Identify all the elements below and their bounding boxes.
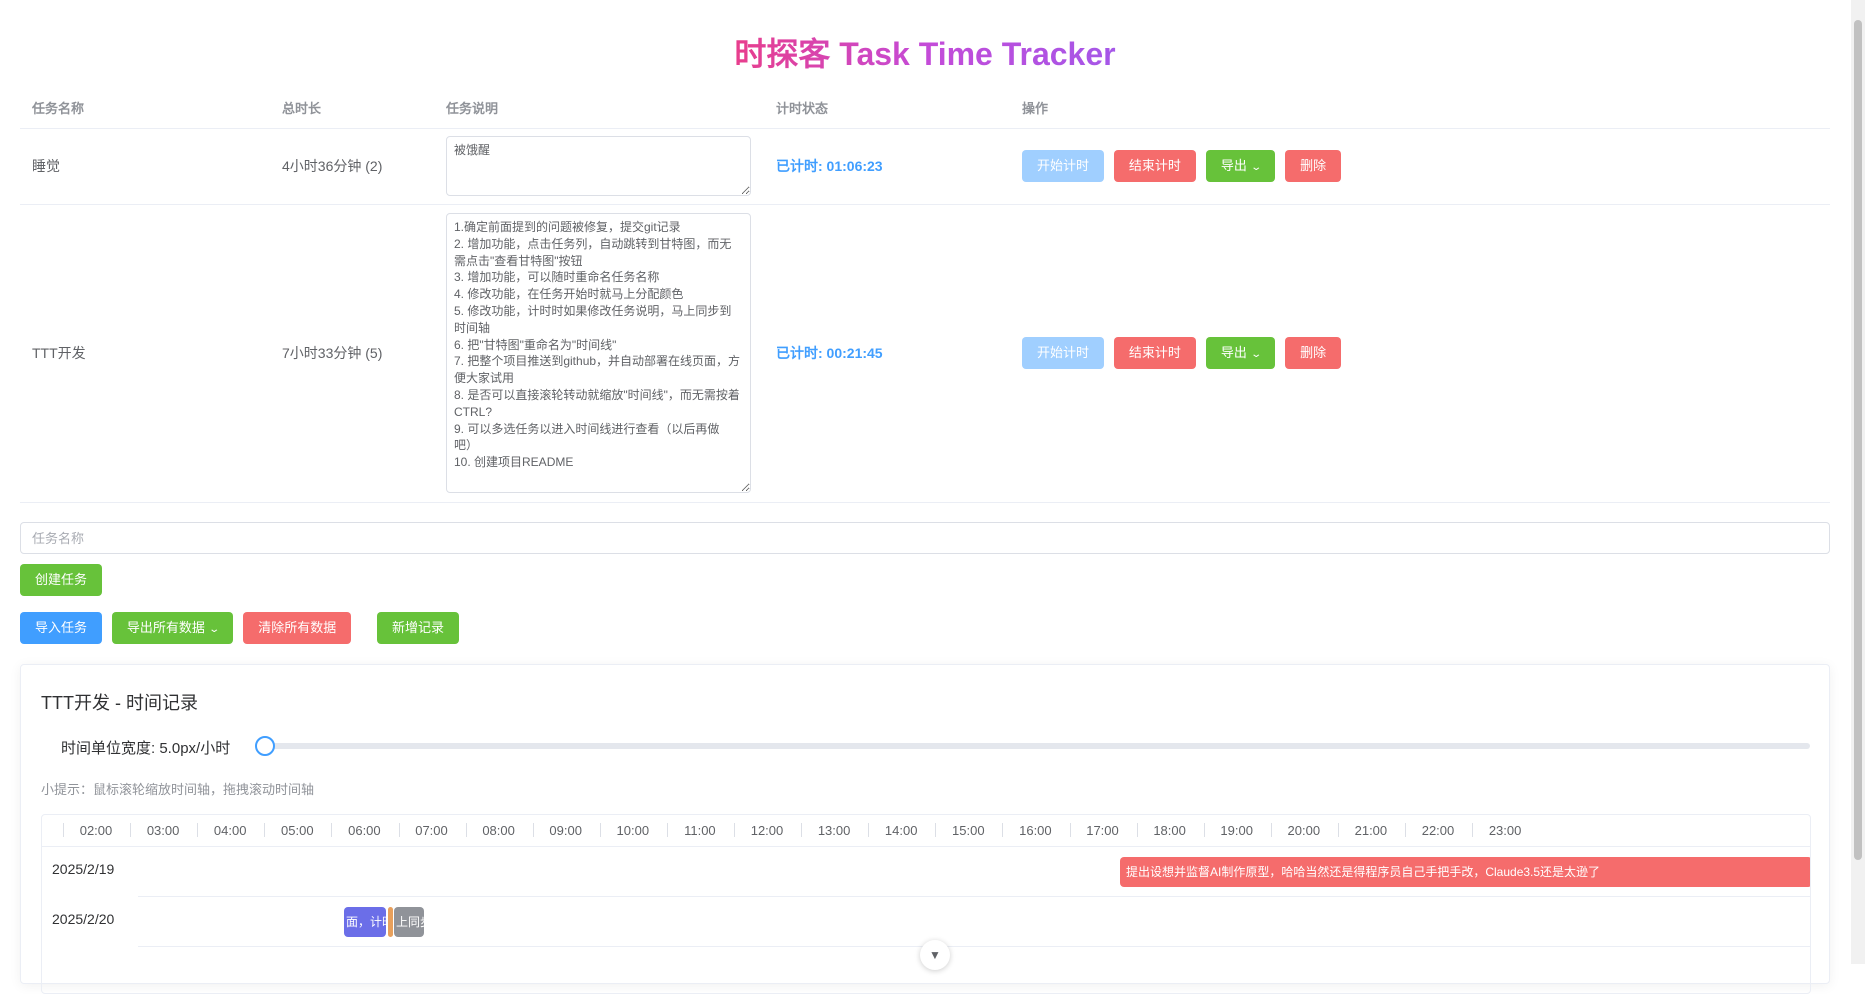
- scroll-down-icon[interactable]: ▼: [920, 940, 950, 970]
- timeline-hour-tick: [1405, 823, 1406, 837]
- timeline-hour-tick: [1069, 823, 1071, 837]
- create-task-button[interactable]: 创建任务: [20, 564, 103, 596]
- header-actions: 操作: [1010, 88, 1830, 129]
- app-page: 时探客 Task Time Tracker 任务名称 总时长 任务说明 计时状态…: [20, 0, 1830, 994]
- timeline-hour-tick: [197, 823, 199, 837]
- time-unit-width-label: 时间单位宽度: 5.0px/小时: [61, 740, 231, 757]
- timeline-hour-tick: [599, 823, 601, 837]
- app-title: 时探客 Task Time Tracker: [734, 36, 1116, 72]
- delete-task-button[interactable]: 删除: [1285, 337, 1342, 369]
- timeline-hour-tick: [1270, 823, 1272, 837]
- timeline-row: 2025/2/20 面，计时 上同步: [42, 897, 1810, 947]
- time-unit-slider-track[interactable]: [263, 743, 1810, 749]
- timeline-card: TTT开发 - 时间记录 时间单位宽度: 5.0px/小时 小提示：鼠标滚轮缩放…: [20, 664, 1830, 994]
- timeline-hour-label: 23:00: [1488, 823, 1522, 838]
- timeline-hint: 小提示：鼠标滚轮缩放时间轴，拖拽滚动时间轴: [41, 782, 315, 797]
- export-label: 导出: [1220, 345, 1247, 360]
- header-timer-status: 计时状态: [764, 88, 1010, 129]
- export-task-button[interactable]: 导出 ⌄: [1205, 150, 1276, 182]
- timer-text: 已计时: 01:06:23: [776, 158, 883, 174]
- add-record-button[interactable]: 新增记录: [377, 612, 460, 644]
- table-header-row: 任务名称 总时长 任务说明 计时状态 操作: [20, 88, 1830, 129]
- stop-timer-button[interactable]: 结束计时: [1113, 337, 1196, 369]
- timeline-hour-tick: [264, 823, 266, 837]
- export-task-button[interactable]: 导出 ⌄: [1205, 337, 1276, 369]
- task-actions: 开始计时 结束计时 导出 ⌄ 删除: [1010, 128, 1830, 205]
- timeline-hour-tick: [666, 823, 668, 837]
- chevron-down-icon: ⌄: [1250, 349, 1262, 360]
- task-actions: 开始计时 结束计时 导出 ⌄ 删除: [1010, 204, 1830, 503]
- task-total-duration: 4小时36分钟 (2): [270, 128, 434, 205]
- timeline-segment[interactable]: [388, 907, 393, 937]
- start-timer-button[interactable]: 开始计时: [1022, 150, 1105, 182]
- task-timer-status: 已计时: 01:06:23: [764, 128, 1010, 205]
- task-timer-status: 已计时: 00:21:45: [764, 204, 1010, 503]
- delete-task-button[interactable]: 删除: [1285, 150, 1342, 182]
- timeline-hour-tick: [1203, 823, 1205, 837]
- timeline-hour-tick: [398, 823, 400, 837]
- header-task-description: 任务说明: [434, 88, 764, 129]
- timeline-hour-tick: [1472, 823, 1474, 837]
- export-all-label: 导出所有数据: [126, 620, 205, 635]
- task-description-input[interactable]: [446, 213, 751, 493]
- task-name[interactable]: 睡觉: [20, 128, 270, 205]
- task-total-duration: 7小时33分钟 (5): [270, 204, 434, 503]
- timeline-hour-tick: [331, 823, 333, 837]
- chevron-down-icon: ⌄: [208, 624, 220, 635]
- timeline-segment[interactable]: 上同步: [394, 907, 424, 937]
- timeline-hour-tick: [465, 823, 467, 837]
- timeline-hour-tick: [1136, 823, 1138, 837]
- timeline-hour-tick: [130, 823, 132, 837]
- start-timer-button[interactable]: 开始计时: [1022, 337, 1105, 369]
- timeline-title: TTT开发 - 时间记录: [41, 693, 198, 713]
- import-tasks-button[interactable]: 导入任务: [20, 612, 103, 644]
- export-label: 导出: [1220, 158, 1247, 173]
- timeline-hour-tick: [868, 823, 870, 837]
- export-all-data-button[interactable]: 导出所有数据 ⌄: [111, 612, 234, 644]
- stop-timer-button[interactable]: 结束计时: [1113, 150, 1196, 182]
- header-task-name: 任务名称: [20, 88, 270, 129]
- task-description-cell: [434, 204, 764, 503]
- new-task-name-input[interactable]: [20, 522, 1830, 554]
- data-actions-toolbar: 导入任务 导出所有数据 ⌄ 清除所有数据 新增记录: [20, 612, 465, 644]
- timeline-hour-tick: [532, 823, 534, 837]
- task-description-cell: [434, 128, 764, 205]
- task-name[interactable]: TTT开发: [20, 204, 270, 503]
- timeline-hour-tick: [1002, 823, 1004, 837]
- timeline-hour-tick: [63, 823, 64, 837]
- table-row[interactable]: 睡觉 4小时36分钟 (2) 已计时: 01:06:23 开始计时 结束计时 导…: [20, 128, 1830, 205]
- page-scrollbar[interactable]: [1851, 0, 1865, 964]
- timeline-row: 2025/2/19 提出设想并监督AI制作原型，哈哈当然还是得程序员自己手把手改…: [42, 847, 1810, 897]
- timer-text: 已计时: 00:21:45: [776, 345, 883, 361]
- table-row[interactable]: TTT开发 7小时33分钟 (5) 已计时: 00:21:45 开始计时 结束计…: [20, 204, 1830, 503]
- chevron-down-icon: ⌄: [1250, 162, 1262, 173]
- timeline-segment[interactable]: 面，计时: [344, 907, 386, 937]
- time-unit-slider-handle[interactable]: [255, 736, 275, 756]
- scrollbar-thumb[interactable]: [1854, 20, 1862, 860]
- task-description-input[interactable]: [446, 136, 751, 196]
- clear-all-data-button[interactable]: 清除所有数据: [243, 612, 352, 644]
- timeline-hour-tick: [801, 823, 803, 837]
- timeline-hour-tick: [935, 823, 937, 837]
- timeline-hour-tick: [1337, 823, 1339, 837]
- timeline-hour-tick: [734, 823, 735, 837]
- timeline-date: 2025/2/20: [52, 911, 115, 927]
- timeline-date: 2025/2/19: [52, 861, 115, 877]
- header-total-duration: 总时长: [270, 88, 434, 129]
- create-task-row: 创建任务: [20, 564, 108, 596]
- timeline-segment[interactable]: 提出设想并监督AI制作原型，哈哈当然还是得程序员自己手把手改，Claude3.5…: [1120, 857, 1810, 887]
- timeline-hour-axis: 02:00 03:00 04:00 05:00 06:00 07:00 08:00 09:00…: [42, 815, 1810, 847]
- task-table: 任务名称 总时长 任务说明 计时状态 操作 睡觉 4小时36分钟 (2) 已计时…: [20, 88, 1830, 503]
